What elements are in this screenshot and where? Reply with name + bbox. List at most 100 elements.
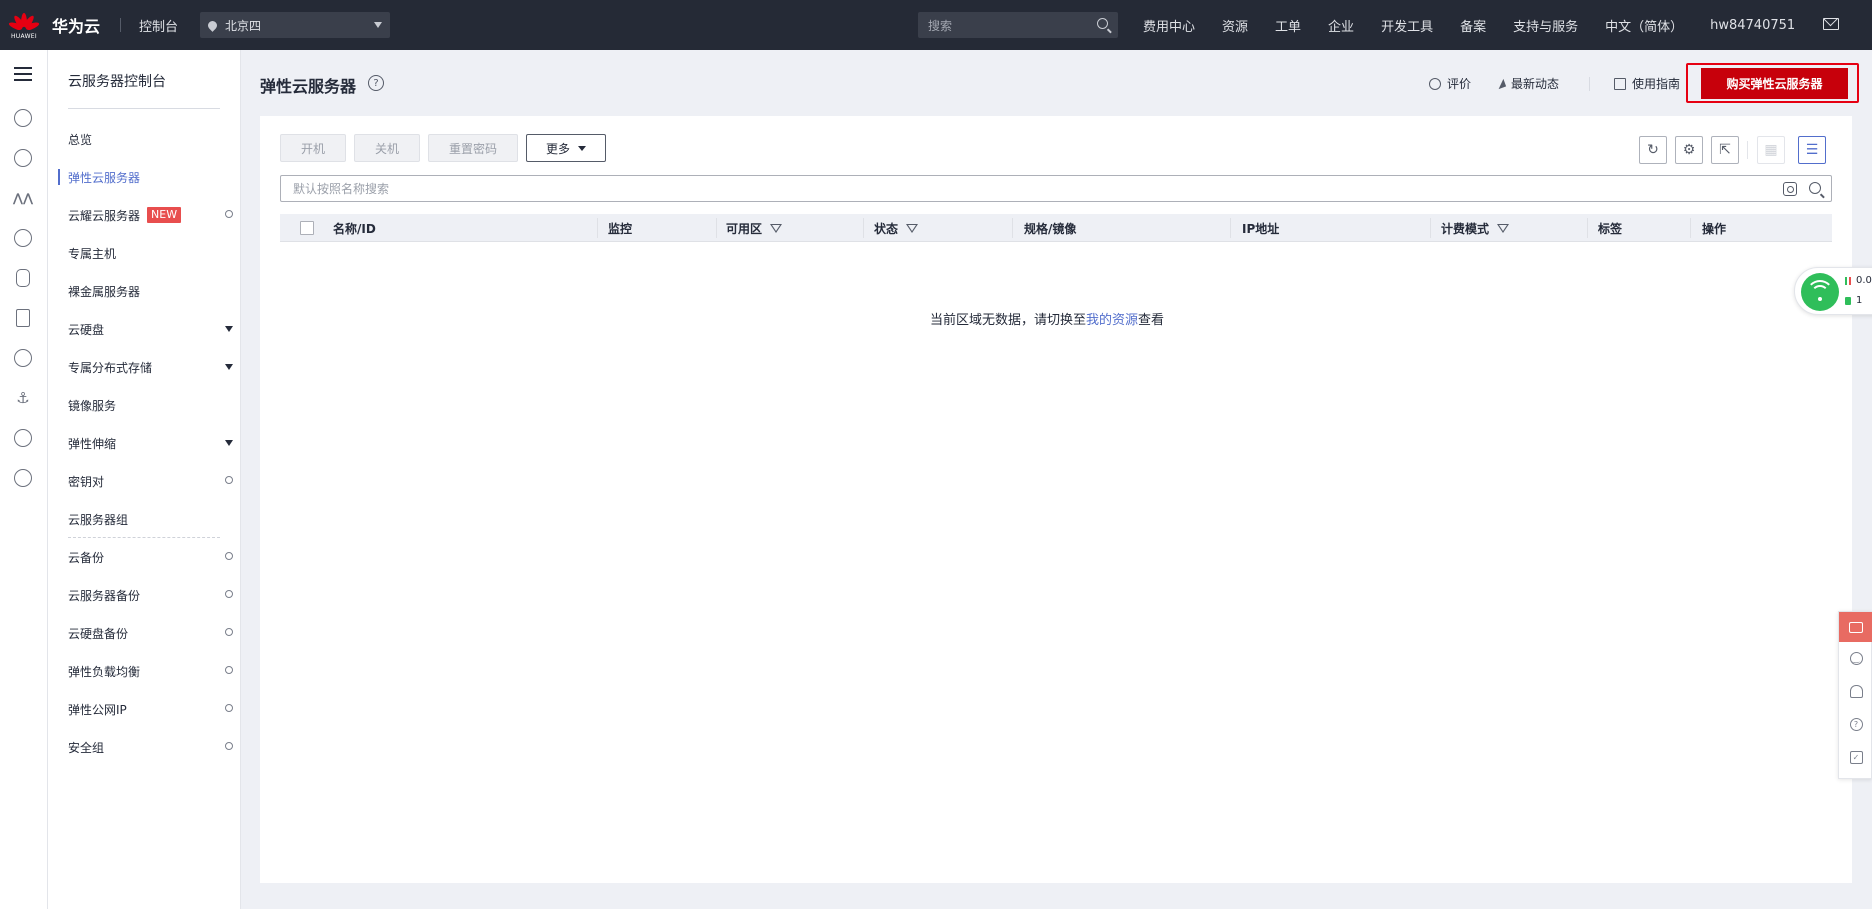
guide-label: 使用指南 xyxy=(1632,77,1681,91)
reset-password-button[interactable]: 重置密码 xyxy=(428,134,518,162)
chat-icon[interactable] xyxy=(14,469,32,487)
search-icon[interactable] xyxy=(1097,18,1108,29)
sidebar-item-elb[interactable]: 弹性负载均衡 xyxy=(68,661,235,681)
cloud-icon[interactable] xyxy=(14,109,32,127)
external-link-icon xyxy=(223,474,235,486)
resource-search-bar[interactable] xyxy=(280,175,1832,202)
sidebar-item-server-group[interactable]: 云服务器组 xyxy=(68,509,233,529)
brand-name[interactable]: 华为云 xyxy=(52,13,100,37)
sidebar-item-bms[interactable]: 裸金属服务器 xyxy=(68,281,233,301)
nav-billing[interactable]: 费用中心 xyxy=(1143,16,1195,35)
sidebar-item-ims[interactable]: 镜像服务 xyxy=(68,395,233,415)
more-dropdown-button[interactable]: 更多 xyxy=(526,134,606,162)
export-button[interactable]: ⇱ xyxy=(1711,136,1739,164)
anchor-icon[interactable]: ⚓ xyxy=(14,389,32,407)
news-label: 最新动态 xyxy=(1511,77,1560,91)
sidebar-item-evs[interactable]: 云硬盘 xyxy=(68,319,233,339)
region-selector[interactable]: 北京四 xyxy=(200,12,391,38)
sidebar-item-label: 弹性云服务器 xyxy=(68,170,141,185)
sidebar-item-auto-scaling[interactable]: 弹性伸缩 xyxy=(68,433,233,453)
sidebar-item-cbr[interactable]: 云备份 xyxy=(68,547,235,567)
global-search-input[interactable]: 搜索 xyxy=(918,12,1118,38)
nav-language[interactable]: 中文（简体） xyxy=(1605,16,1683,35)
rate-link[interactable]: 评价 xyxy=(1429,75,1471,92)
smile-feedback-button[interactable]: ‿ xyxy=(1839,642,1872,675)
header-divider xyxy=(1589,77,1590,91)
refresh-button[interactable]: ↻ xyxy=(1639,136,1667,164)
storage-cloud-icon[interactable] xyxy=(14,229,32,247)
menu-icon[interactable] xyxy=(14,67,32,81)
guide-link[interactable]: 使用指南 xyxy=(1614,75,1680,92)
huawei-flower-icon xyxy=(7,11,41,31)
sidebar-item-ecs[interactable]: 弹性云服务器 xyxy=(68,167,233,187)
grid-view-button[interactable]: ▦ xyxy=(1757,136,1785,164)
checklist-button[interactable]: ✓ xyxy=(1839,741,1872,774)
col-name: 名称/ID xyxy=(333,221,376,236)
buy-ecs-button[interactable]: 购买弹性云服务器 xyxy=(1701,68,1848,99)
col-billing-label: 计费模式 xyxy=(1441,221,1490,236)
database-icon[interactable] xyxy=(16,269,30,287)
sidebar-item-dss[interactable]: 专属分布式存储 xyxy=(68,357,233,377)
nav-enterprise[interactable]: 企业 xyxy=(1328,16,1354,35)
globe-icon[interactable] xyxy=(14,429,32,447)
sidebar-item-label: 云服务器备份 xyxy=(68,588,141,603)
top-nav: 费用中心 资源 工单 企业 开发工具 备案 支持与服务 中文（简体） hw847… xyxy=(1143,0,1822,50)
list-icon: ☰ xyxy=(1805,142,1819,158)
search-settings-icon[interactable] xyxy=(1783,182,1797,196)
more-label: 更多 xyxy=(545,141,570,156)
chat-bubble-icon xyxy=(1849,621,1863,633)
search-icon[interactable] xyxy=(1809,182,1821,194)
cloud-upload-icon[interactable] xyxy=(14,349,32,367)
nav-icp[interactable]: 备案 xyxy=(1460,16,1486,35)
select-all-checkbox[interactable] xyxy=(300,221,314,235)
sidebar-item-overview[interactable]: 总览 xyxy=(68,129,233,149)
filter-icon[interactable] xyxy=(770,223,783,233)
help-icon[interactable]: ? xyxy=(368,75,384,91)
sidebar-item-flexus[interactable]: 云耀云服务器 NEW xyxy=(68,205,235,225)
start-button[interactable]: 开机 xyxy=(280,134,346,162)
col-status[interactable]: 状态 xyxy=(874,214,919,242)
feedback-button[interactable] xyxy=(1839,612,1872,642)
table-header: 名称/ID 监控 可用区 状态 规格/镜像 IP地址 计费模式 标签 操作 xyxy=(280,214,1832,242)
settings-button[interactable]: ⚙ xyxy=(1675,136,1703,164)
column-divider xyxy=(1690,218,1691,238)
col-az[interactable]: 可用区 xyxy=(726,214,783,242)
nav-tickets[interactable]: 工单 xyxy=(1275,16,1301,35)
nav-account[interactable]: hw84740751 xyxy=(1710,18,1795,33)
side-menu: 云服务器控制台 总览 弹性云服务器 云耀云服务器 NEW 专属主机 裸金属服务器… xyxy=(48,50,241,909)
sidebar-item-keypair[interactable]: 密钥对 xyxy=(68,471,235,491)
sidebar-item-security-group[interactable]: 安全组 xyxy=(68,737,235,757)
nav-support[interactable]: 支持与服务 xyxy=(1513,16,1578,35)
filter-icon[interactable] xyxy=(906,223,919,233)
cluster-icon[interactable] xyxy=(14,149,32,167)
news-link[interactable]: 最新动态 xyxy=(1495,75,1560,92)
side-menu-dashed-divider xyxy=(68,537,220,538)
filter-icon[interactable] xyxy=(1497,223,1510,233)
refresh-icon: ↻ xyxy=(1647,142,1659,158)
nav-resources[interactable]: 资源 xyxy=(1222,16,1248,35)
document-icon[interactable] xyxy=(16,309,30,327)
help-center-button[interactable]: ? xyxy=(1839,708,1872,741)
huawei-logo[interactable]: HUAWEI xyxy=(0,0,48,50)
speed-readout: 0.0 xyxy=(1845,275,1872,286)
resource-search-input[interactable] xyxy=(293,181,1733,196)
mail-icon[interactable] xyxy=(1823,18,1839,30)
network-icon[interactable]: ⋀⋀ xyxy=(13,189,33,207)
my-resources-link[interactable]: 我的资源 xyxy=(1086,313,1138,328)
send-icon xyxy=(1495,78,1507,89)
console-link[interactable]: 控制台 xyxy=(139,16,178,35)
external-link-icon xyxy=(223,626,235,638)
chevron-down-icon xyxy=(225,326,233,332)
sidebar-item-eip[interactable]: 弹性公网IP xyxy=(68,699,235,719)
list-view-button[interactable]: ☰ xyxy=(1798,136,1826,164)
stop-button[interactable]: 关机 xyxy=(354,134,420,162)
col-billing[interactable]: 计费模式 xyxy=(1441,214,1510,242)
nav-dev-tools[interactable]: 开发工具 xyxy=(1381,16,1433,35)
sidebar-item-dedicated-host[interactable]: 专属主机 xyxy=(68,243,233,263)
sidebar-item-label: 专属主机 xyxy=(68,246,117,261)
network-speed-widget[interactable]: 0.0 1 xyxy=(1794,267,1872,315)
sidebar-item-server-backup[interactable]: 云服务器备份 xyxy=(68,585,235,605)
sidebar-item-disk-backup[interactable]: 云硬盘备份 xyxy=(68,623,235,643)
customer-service-button[interactable] xyxy=(1839,675,1872,708)
location-pin-icon xyxy=(206,18,219,32)
